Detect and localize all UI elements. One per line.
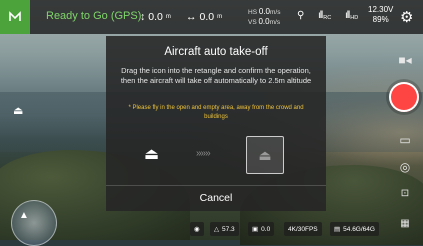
- target-takeoff-icon: ⏏: [258, 146, 272, 163]
- dialog-warning: * Please fly in the open and empty area,…: [128, 105, 304, 120]
- home-logo-button[interactable]: [0, 0, 30, 34]
- dialog-description: Drag the icon into the retangle and conf…: [120, 66, 312, 85]
- battery-indicator[interactable]: 12.30V 89%: [368, 5, 393, 25]
- distance-arrow-icon: ↔: [186, 11, 197, 23]
- hs-label: HS: [248, 9, 258, 16]
- distance-unit: m: [217, 14, 223, 20]
- battery-voltage: 12.30V: [368, 5, 394, 14]
- vs-value: 0.0: [258, 17, 270, 26]
- drone-logo-icon: [9, 11, 21, 21]
- drop-target-box[interactable]: ⏏: [246, 136, 284, 174]
- rc-label: RC: [323, 15, 332, 21]
- record-button[interactable]: [389, 82, 419, 112]
- auto-takeoff-dialog: Aircraft auto take-off Drag the icon int…: [106, 36, 326, 211]
- rc-signal-indicator[interactable]: ıll RC: [318, 10, 331, 21]
- cancel-button[interactable]: Cancel: [106, 186, 326, 211]
- media-library-icon[interactable]: ▦: [394, 218, 416, 229]
- height-value: 0.0: [148, 11, 163, 23]
- camera-settings-icon[interactable]: ◎: [394, 160, 416, 174]
- settings-gear-icon[interactable]: ⚙: [400, 8, 413, 26]
- height-unit: m: [165, 14, 171, 20]
- iso-readout[interactable]: ▣ 0.0: [248, 222, 275, 236]
- video-mode-value: 4K/30FPS: [288, 225, 318, 233]
- hs-unit: m/s: [269, 9, 281, 16]
- height-arrow-icon: ↕: [140, 11, 146, 23]
- vs-label: VS: [248, 19, 257, 26]
- takeoff-icon[interactable]: ⏏: [13, 104, 23, 117]
- battery-percent: 89%: [372, 15, 389, 24]
- ev-icon: △: [214, 226, 219, 233]
- aircraft-heading-icon: ▲: [19, 210, 29, 221]
- storage-value: 54.6G/64G: [343, 225, 375, 233]
- top-status-bar: Ready to Go (GPS) ↕ 0.0 m ↔ 0.0 m HS 0.0m/…: [0, 0, 423, 34]
- camera-parameters-icon[interactable]: ⊡: [394, 188, 416, 199]
- exposure-indicator[interactable]: ◉: [190, 222, 204, 236]
- camera-switch-icon[interactable]: ■◂: [394, 53, 416, 67]
- sd-card-icon: ▤: [334, 226, 341, 233]
- attitude-radar[interactable]: [11, 200, 57, 246]
- speed-readout: HS 0.0m/s VS 0.0m/s: [248, 7, 280, 27]
- vs-unit: m/s: [269, 19, 281, 26]
- ev-readout[interactable]: △ 57.3: [210, 222, 239, 236]
- focus-icon: ◉: [194, 226, 200, 233]
- signal-bars-icon: ıll: [318, 10, 323, 21]
- iso-icon: ▣: [252, 226, 259, 233]
- ev-value: 57.3: [222, 225, 235, 233]
- height-readout: ↕ 0.0 m: [140, 11, 171, 23]
- playback-icon[interactable]: ▭: [394, 133, 416, 147]
- video-mode-readout[interactable]: 4K/30FPS: [284, 222, 322, 236]
- gps-satellite-icon[interactable]: ⚲: [297, 10, 304, 21]
- drag-direction-arrows: »»»: [196, 148, 211, 159]
- hd-signal-indicator[interactable]: ıll HD: [345, 10, 358, 21]
- distance-value: 0.0: [199, 11, 215, 23]
- iso-value: 0.0: [261, 225, 271, 233]
- flight-status-text[interactable]: Ready to Go (GPS): [46, 10, 141, 22]
- storage-readout[interactable]: ▤ 54.6G/64G: [330, 222, 379, 236]
- distance-readout: ↔ 0.0 m: [186, 11, 222, 23]
- hd-label: HD: [350, 15, 359, 21]
- hs-value: 0.0: [258, 7, 270, 16]
- takeoff-drag-icon[interactable]: ⏏: [144, 144, 159, 164]
- hd-signal-bars-icon: ıll: [345, 10, 350, 21]
- dialog-title: Aircraft auto take-off: [164, 46, 268, 58]
